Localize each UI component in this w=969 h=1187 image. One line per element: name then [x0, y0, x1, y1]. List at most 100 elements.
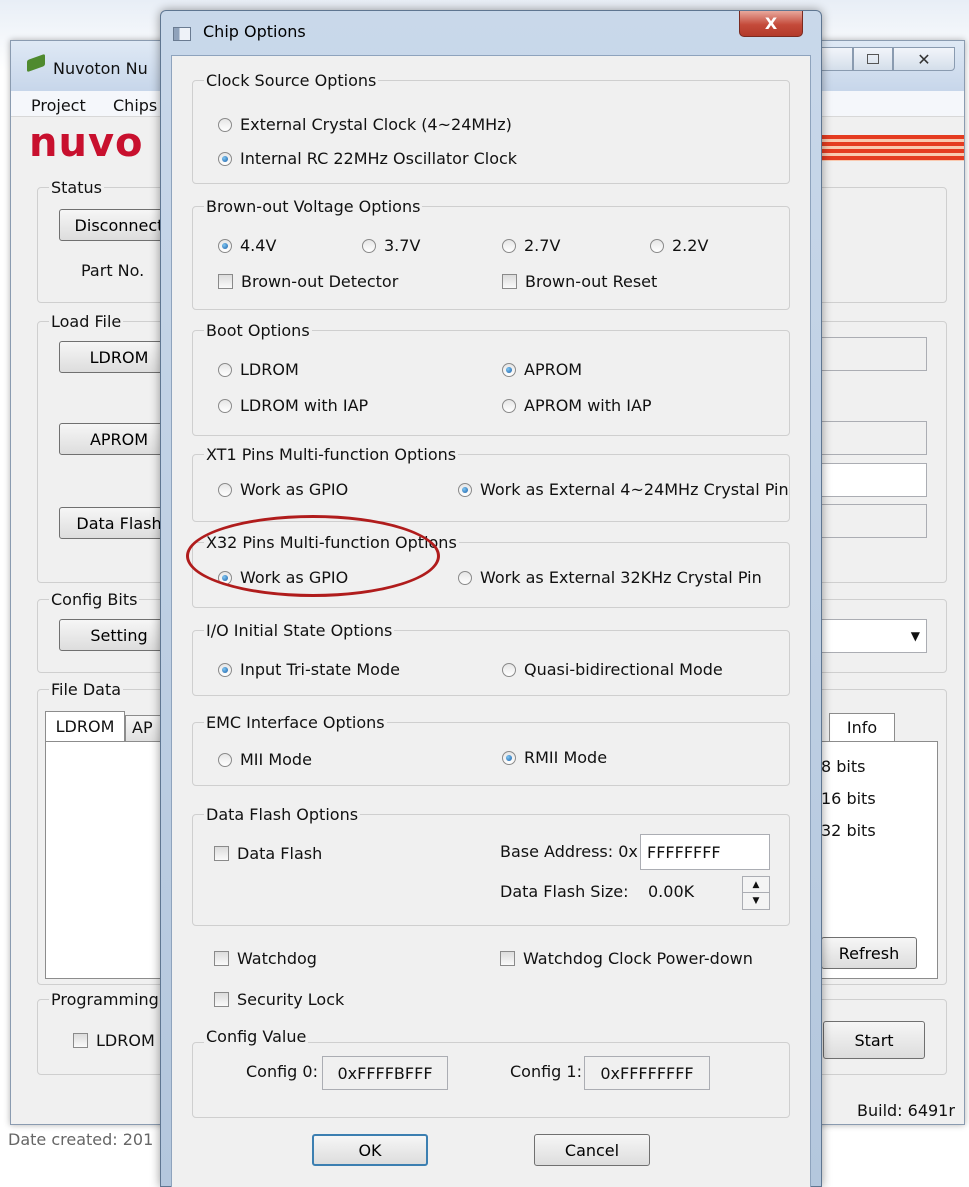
main-window-title: Nuvoton Nu: [53, 59, 148, 78]
boot-aprom-option[interactable]: APROM: [502, 360, 582, 379]
radio-button[interactable]: [458, 482, 472, 497]
radio-button[interactable]: [458, 570, 472, 585]
config-dropdown[interactable]: ▼: [811, 619, 927, 653]
brownout-detector-label: Brown-out Detector: [241, 272, 399, 291]
radio-button[interactable]: [218, 482, 232, 497]
dataflash-size-value: 0.00K: [648, 882, 695, 901]
dataflash-path-field[interactable]: [821, 504, 927, 538]
checkbox-box[interactable]: [214, 846, 229, 861]
bits-8[interactable]: 8 bits: [821, 757, 865, 776]
io-quasi-option[interactable]: Quasi-bidirectional Mode: [502, 660, 723, 679]
chevron-down-icon: ▼: [910, 629, 920, 643]
tab-info[interactable]: Info: [829, 713, 895, 741]
highlight-ellipse: [186, 515, 440, 597]
load-file-group-title: Load File: [49, 312, 124, 331]
radio-button[interactable]: [502, 750, 516, 765]
spin-up-icon[interactable]: ▲: [743, 877, 769, 893]
status-bar-text: Date created: 201: [8, 1130, 154, 1149]
refresh-button[interactable]: Refresh: [821, 937, 917, 969]
brownout-27v-option[interactable]: 2.7V: [502, 236, 560, 255]
maximize-icon[interactable]: [853, 47, 893, 71]
brownout-44v-label: 4.4V: [240, 236, 277, 255]
checkbox-box[interactable]: [502, 274, 517, 289]
x32-external-option[interactable]: Work as External 32KHz Crystal Pin: [458, 568, 762, 587]
radio-button[interactable]: [362, 238, 376, 253]
emc-rmii-option[interactable]: RMII Mode: [502, 748, 607, 767]
programming-group-title: Programming: [49, 990, 161, 1009]
ok-button[interactable]: OK: [312, 1134, 428, 1166]
radio-button[interactable]: [218, 752, 232, 767]
checkbox-box[interactable]: [214, 992, 229, 1007]
bits-16[interactable]: 16 bits: [821, 789, 876, 808]
xt1-external-label: Work as External 4~24MHz Crystal Pin: [480, 480, 789, 499]
checkbox-box[interactable]: [500, 951, 515, 966]
boot-ldrom-option[interactable]: LDROM: [218, 360, 299, 379]
brownout-37v-option[interactable]: 3.7V: [362, 236, 420, 255]
radio-button[interactable]: [218, 117, 232, 132]
base-address-input[interactable]: FFFFFFFF: [640, 834, 770, 870]
aprom-path-field[interactable]: [821, 421, 927, 455]
radio-button[interactable]: [218, 151, 232, 166]
boot-ldrom-iap-option[interactable]: LDROM with IAP: [218, 396, 368, 415]
radio-button[interactable]: [502, 398, 516, 413]
xt1-title: XT1 Pins Multi-function Options: [204, 445, 459, 464]
clock-source-title: Clock Source Options: [204, 71, 379, 90]
boot-aprom-label: APROM: [524, 360, 583, 379]
dataflash-size-label: Data Flash Size:: [500, 882, 629, 901]
io-quasi-label: Quasi-bidirectional Mode: [524, 660, 723, 679]
radio-button[interactable]: [218, 398, 232, 413]
boot-title: Boot Options: [204, 321, 312, 340]
boot-aprom-iap-option[interactable]: APROM with IAP: [502, 396, 652, 415]
config1-label: Config 1:: [510, 1062, 582, 1081]
size-spinner[interactable]: ▲ ▼: [742, 876, 770, 910]
dataflash-checkbox[interactable]: Data Flash: [214, 844, 322, 863]
cancel-button[interactable]: Cancel: [534, 1134, 650, 1166]
aprom-info-field[interactable]: [821, 463, 927, 497]
logo-stripes: [811, 135, 964, 161]
brownout-detector-checkbox[interactable]: Brown-out Detector: [218, 272, 398, 291]
brownout-44v-option[interactable]: 4.4V: [218, 236, 276, 255]
menu-project[interactable]: Project: [31, 96, 86, 115]
radio-button[interactable]: [502, 238, 516, 253]
xt1-external-option[interactable]: Work as External 4~24MHz Crystal Pin: [458, 480, 789, 499]
xt1-gpio-option[interactable]: Work as GPIO: [218, 480, 348, 499]
io-tristate-option[interactable]: Input Tri-state Mode: [218, 660, 400, 679]
dialog-close-button[interactable]: X: [739, 11, 803, 37]
bits-32[interactable]: 32 bits: [821, 821, 876, 840]
clock-internal-option[interactable]: Internal RC 22MHz Oscillator Clock: [218, 149, 517, 168]
status-group-title: Status: [49, 178, 104, 197]
watchdog-pd-checkbox[interactable]: Watchdog Clock Power-down: [500, 949, 753, 968]
emc-mii-option[interactable]: MII Mode: [218, 750, 312, 769]
programming-ldrom-checkbox[interactable]: LDROM: [73, 1031, 155, 1050]
build-label: Build: 6491r: [857, 1101, 955, 1120]
checkbox-box[interactable]: [218, 274, 233, 289]
chip-options-dialog: Chip Options X Clock Source Options Exte…: [160, 10, 822, 1187]
checkbox-box[interactable]: [214, 951, 229, 966]
watchdog-checkbox[interactable]: Watchdog: [214, 949, 317, 968]
boot-ldrom-label: LDROM: [240, 360, 299, 379]
radio-button[interactable]: [218, 238, 232, 253]
radio-button[interactable]: [502, 362, 516, 377]
base-address-label: Base Address: 0x: [500, 842, 638, 861]
spin-down-icon[interactable]: ▼: [743, 893, 769, 909]
tab-ldrom[interactable]: LDROM: [45, 711, 125, 741]
clock-external-option[interactable]: External Crystal Clock (4~24MHz): [218, 115, 512, 134]
io-tristate-label: Input Tri-state Mode: [240, 660, 400, 679]
radio-button[interactable]: [218, 362, 232, 377]
security-lock-checkbox[interactable]: Security Lock: [214, 990, 344, 1009]
io-title: I/O Initial State Options: [204, 621, 395, 640]
radio-button[interactable]: [650, 238, 664, 253]
ldrom-path-field[interactable]: [821, 337, 927, 371]
x32-external-label: Work as External 32KHz Crystal Pin: [480, 568, 762, 587]
clock-external-label: External Crystal Clock (4~24MHz): [240, 115, 512, 134]
main-close-icon[interactable]: ✕: [893, 47, 955, 71]
radio-button[interactable]: [502, 662, 516, 677]
menu-chips[interactable]: Chips: [113, 96, 157, 115]
radio-button[interactable]: [218, 662, 232, 677]
brownout-22v-option[interactable]: 2.2V: [650, 236, 708, 255]
watchdog-label: Watchdog: [237, 949, 317, 968]
checkbox-box[interactable]: [73, 1033, 88, 1048]
start-button[interactable]: Start: [823, 1021, 925, 1059]
programming-ldrom-label: LDROM: [96, 1031, 155, 1050]
brownout-reset-checkbox[interactable]: Brown-out Reset: [502, 272, 657, 291]
